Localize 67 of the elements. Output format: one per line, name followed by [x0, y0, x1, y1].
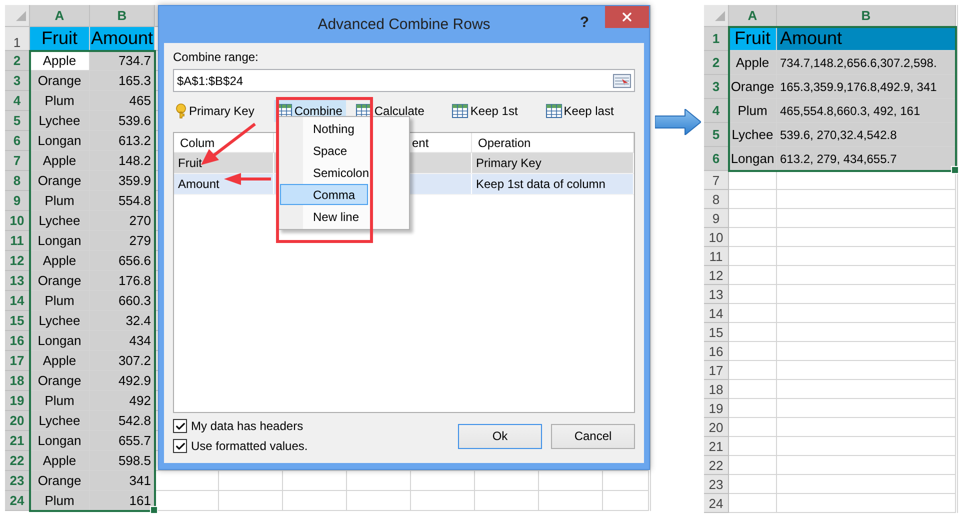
data-cell: 165.3,359.9,176.8,492.9, 341 — [777, 75, 956, 99]
data-cell: Longan — [30, 431, 90, 451]
data-cell: Orange — [30, 71, 90, 91]
data-cell: 434 — [90, 331, 155, 351]
data-cell: 492.9 — [90, 371, 155, 391]
data-cell: 148.2 — [90, 151, 155, 171]
header-cell: Fruit — [30, 27, 90, 51]
data-cell: Orange — [30, 171, 90, 191]
data-cell: 656.6 — [90, 251, 155, 271]
table-cell: Keep 1st data of column — [472, 174, 634, 194]
data-cell: Plum — [30, 191, 90, 211]
data-cell: 613.2, 279, 434,655.7 — [777, 147, 956, 171]
data-cell: 734.7,148.2,656.6,307.2,598. — [777, 51, 956, 75]
data-cell: Apple — [30, 451, 90, 471]
checkbox-label: My data has headers — [191, 419, 304, 433]
window-title: Advanced Combine Rows — [318, 16, 490, 33]
data-cell: 165.3 — [90, 71, 155, 91]
header-cell: Fruit — [729, 27, 777, 51]
data-cell: Plum — [30, 91, 90, 111]
data-cell: Orange — [30, 471, 90, 491]
data-cell: Longan — [30, 131, 90, 151]
data-cell: 465 — [90, 91, 155, 111]
data-cell: 32.4 — [90, 311, 155, 331]
data-cell: 539.6 — [90, 111, 155, 131]
data-cell: 539.6, 270,32.4,542.8 — [777, 123, 956, 147]
data-cell: 270 — [90, 211, 155, 231]
checkbox-label: Use formatted values. — [191, 439, 308, 453]
data-cell: Longan — [30, 231, 90, 251]
data-cell: 660.3 — [90, 291, 155, 311]
data-cell: 613.2 — [90, 131, 155, 151]
column-heading: Operation — [472, 133, 634, 152]
header-cell: Amount — [777, 27, 956, 51]
data-cell: Lychee — [30, 311, 90, 331]
data-cell: Apple — [30, 351, 90, 371]
data-cell: Lychee — [729, 123, 777, 147]
data-cell: Orange — [30, 371, 90, 391]
data-cell: Orange — [729, 75, 777, 99]
data-cell: 655.7 — [90, 431, 155, 451]
data-cell: Lychee — [30, 411, 90, 431]
data-cell: Apple — [30, 151, 90, 171]
data-cell: Longan — [30, 331, 90, 351]
field-label: Combine range: — [173, 50, 260, 64]
data-cell: Plum — [30, 291, 90, 311]
data-cell: Longan — [729, 147, 777, 171]
data-cell: Apple — [30, 51, 90, 71]
data-cell: 598.5 — [90, 451, 155, 471]
data-cell: Apple — [30, 251, 90, 271]
table-cell: Primary Key — [472, 153, 634, 173]
data-cell: Lychee — [30, 211, 90, 231]
data-cell: Plum — [729, 99, 777, 123]
data-cell: Plum — [30, 391, 90, 411]
data-cell: 492 — [90, 391, 155, 411]
data-cell: Plum — [30, 491, 90, 511]
data-cell: 542.8 — [90, 411, 155, 431]
data-cell: Lychee — [30, 111, 90, 131]
data-cell: 465,554.8,660.3, 492, 161 — [777, 99, 956, 123]
data-cell: 341 — [90, 471, 155, 491]
data-cell: 554.8 — [90, 191, 155, 211]
data-cell: 279 — [90, 231, 155, 251]
data-cell: 359.9 — [90, 171, 155, 191]
data-cell: 734.7 — [90, 51, 155, 71]
data-cell: 307.2 — [90, 351, 155, 371]
data-cell: Apple — [729, 51, 777, 75]
data-cell: Orange — [30, 271, 90, 291]
data-cell: 161 — [90, 491, 155, 511]
header-cell: Amount — [90, 27, 155, 51]
data-cell: 176.8 — [90, 271, 155, 291]
